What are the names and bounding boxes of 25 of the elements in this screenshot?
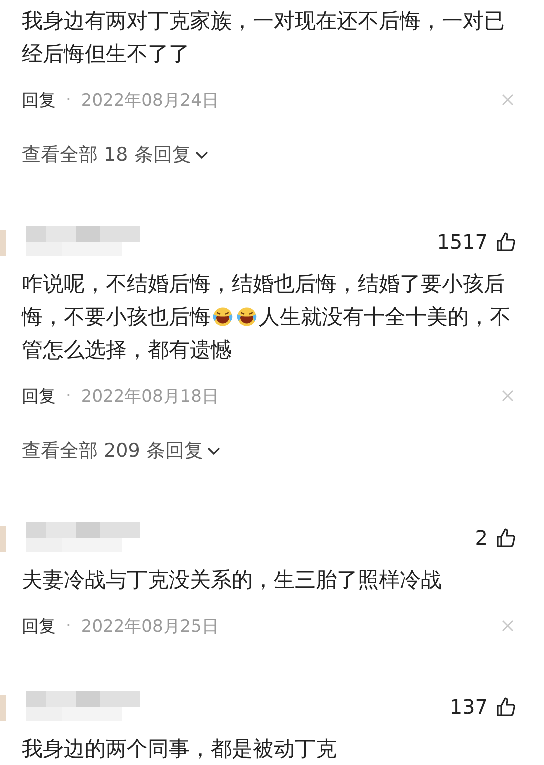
view-replies-link[interactable]: 查看全部 18 条回复	[22, 140, 210, 170]
comment-date: 2022年08月18日	[81, 386, 219, 408]
comment-date: 2022年08月24日	[81, 90, 219, 112]
thumbs-up-icon[interactable]	[496, 697, 516, 717]
separator-dot: ·	[66, 616, 72, 636]
separator-dot: ·	[66, 386, 72, 406]
like-count: 2	[475, 526, 488, 550]
like-count: 1517	[437, 230, 488, 254]
chevron-down-icon	[207, 446, 222, 456]
laughing-crying-emoji-icon	[236, 306, 258, 328]
comment-text: 我身边有两对丁克家族，一对现在还不后悔，一对已经后悔但生不了了	[22, 8, 506, 68]
reply-link[interactable]: 回复	[22, 88, 56, 112]
reply-link[interactable]: 回复	[22, 614, 56, 638]
chevron-down-icon	[195, 150, 210, 160]
view-replies-link[interactable]: 查看全部 209 条回复	[22, 436, 222, 466]
separator-dot: ·	[66, 90, 72, 110]
comment-text: 咋说呢，不结婚后悔，结婚也后悔，结婚了要小孩后悔，不要小孩也后悔 人生就没有十全十美的，不管怎么选择，都有遗憾	[22, 271, 512, 364]
comment-text: 夫妻冷战与丁克没关系的，生三胎了照样冷战	[22, 567, 443, 594]
thumbs-up-icon[interactable]	[496, 232, 516, 252]
laughing-crying-emoji-icon	[212, 306, 234, 328]
thumbs-up-icon[interactable]	[496, 528, 516, 548]
comment-date: 2022年08月25日	[81, 616, 219, 638]
reply-link[interactable]: 回复	[22, 384, 56, 408]
comment-text: 我身边的两个同事，都是被动丁克	[22, 736, 338, 763]
like-count: 137	[450, 695, 488, 719]
